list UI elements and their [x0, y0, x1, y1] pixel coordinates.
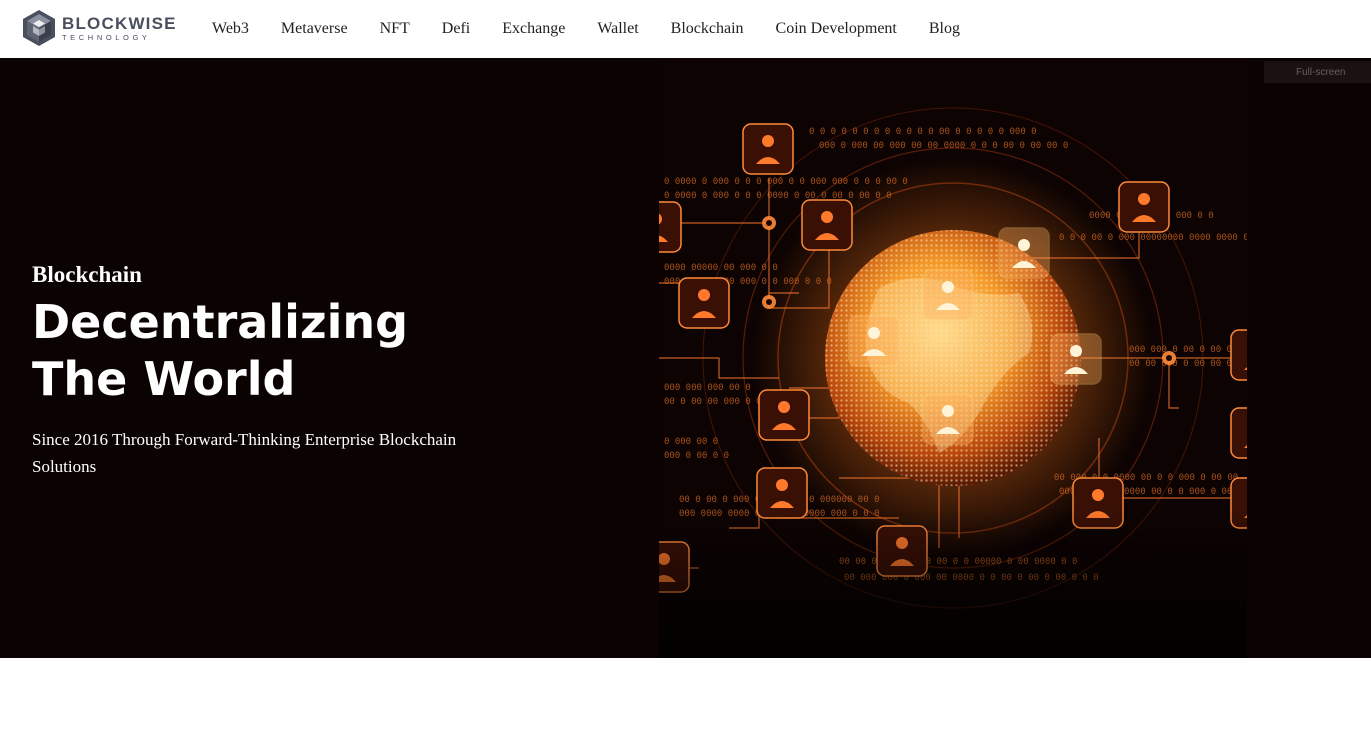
nav-item-nft[interactable]: NFT	[364, 20, 426, 38]
nav-item-blockchain[interactable]: Blockchain	[655, 20, 760, 38]
nav-item-metaverse[interactable]: Metaverse	[265, 20, 364, 38]
main-nav: Web3 Metaverse NFT Defi Exchange Wallet …	[196, 0, 976, 58]
brand-tagline: TECHNOLOGY	[62, 32, 151, 42]
hero-eyebrow: Blockchain	[32, 262, 142, 287]
cube-logo-icon	[23, 10, 55, 46]
nav-item-coin-development[interactable]: Coin Development	[760, 20, 913, 38]
brand-wordmark: BLOCKWISE TECHNOLOGY	[62, 15, 177, 42]
brand-name: BLOCKWISE	[62, 13, 177, 33]
fullscreen-button[interactable]: Full-screen	[1264, 61, 1371, 83]
site-header: BLOCKWISE TECHNOLOGY Web3 Metaverse NFT …	[0, 0, 1371, 58]
nav-item-web3[interactable]: Web3	[196, 20, 265, 38]
nav-item-blog[interactable]: Blog	[913, 20, 976, 38]
brand-logo[interactable]: BLOCKWISE TECHNOLOGY	[22, 8, 177, 48]
nav-item-defi[interactable]: Defi	[426, 20, 486, 38]
hero-subhead: Since 2016 Through Forward-Thinking Ente…	[32, 430, 457, 476]
nav-item-wallet[interactable]: Wallet	[581, 20, 654, 38]
globe-network-illustration: 0 0 0 0 0 0 0 0 0 0 0 0 00 0 0 0 0 0 000…	[659, 58, 1247, 658]
hero-headline: Decentralizing The World	[32, 295, 409, 406]
hero-section: Blockchain Decentralizing The World Sinc…	[0, 58, 1371, 658]
hero-globe-network-image: 0 0 0 0 0 0 0 0 0 0 0 0 00 0 0 0 0 0 000…	[659, 58, 1247, 658]
hero-copy: Blockchain Decentralizing The World Sinc…	[32, 262, 632, 480]
nav-item-exchange[interactable]: Exchange	[486, 20, 581, 38]
